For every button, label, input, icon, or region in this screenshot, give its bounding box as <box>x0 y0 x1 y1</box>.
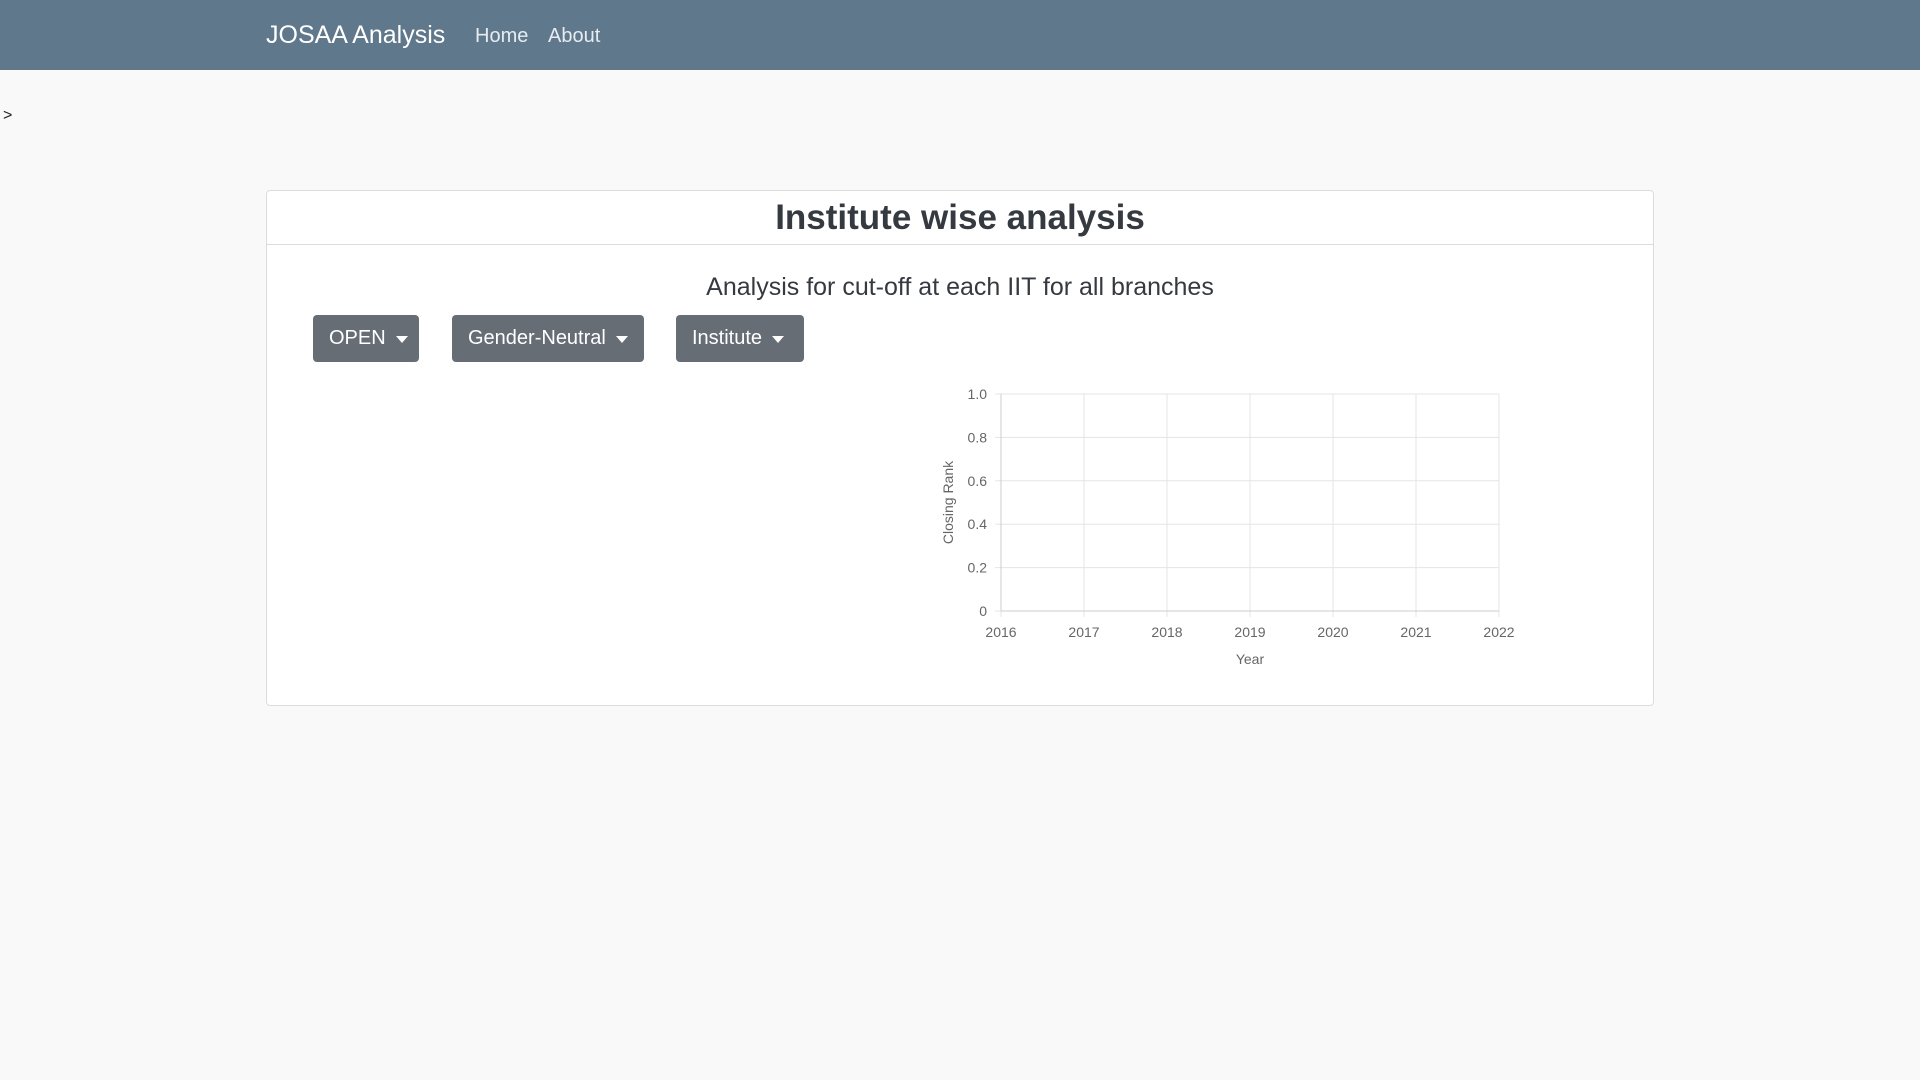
caret-down-icon <box>615 336 628 343</box>
x-axis-title: Year <box>1236 651 1265 667</box>
brand-link[interactable]: JOSAA Analysis <box>266 19 445 51</box>
x-tick-label: 2016 <box>985 624 1016 640</box>
y-tick-label: 0.6 <box>968 473 988 489</box>
caret-down-icon <box>395 336 408 343</box>
card-subtitle: Analysis for cut-off at each IIT for all… <box>706 273 1214 301</box>
top-navbar: JOSAA Analysis Home About <box>0 0 1920 70</box>
x-tick-label: 2020 <box>1317 624 1348 640</box>
y-tick-label: 0 <box>979 603 987 619</box>
caret-down-icon <box>772 336 785 343</box>
x-tick-label: 2017 <box>1068 624 1099 640</box>
y-tick-label: 0.2 <box>968 560 988 576</box>
y-tick-label: 0.4 <box>968 516 988 532</box>
nav-link-home[interactable]: Home <box>475 24 528 48</box>
closing-rank-chart: 2016 2017 2018 2019 2020 2021 2022 0 0.2 0.4 0.6 0.… <box>940 386 1515 667</box>
x-tick-label: 2019 <box>1234 624 1265 640</box>
card-title: Institute wise analysis <box>775 198 1145 237</box>
y-axis-title: Closing Rank <box>940 460 956 544</box>
gender-dropdown-label: Gender-Neutral <box>468 327 606 349</box>
x-tick-label: 2021 <box>1400 624 1431 640</box>
x-tick-label: 2018 <box>1151 624 1182 640</box>
nav-link-about[interactable]: About <box>548 24 600 48</box>
institute-dropdown-button[interactable]: Institute <box>676 315 804 362</box>
y-tick-label: 1.0 <box>968 387 988 402</box>
card-header: Institute wise analysis <box>267 191 1653 245</box>
category-dropdown-label: OPEN <box>329 327 386 349</box>
chart-container: 2016 2017 2018 2019 2020 2021 2022 0 0.2 0.4 0.6 0.… <box>667 386 1547 687</box>
analysis-card: Institute wise analysis Analysis for cut… <box>266 190 1654 706</box>
category-dropdown-button[interactable]: OPEN <box>313 315 419 362</box>
stray-text: > <box>3 107 13 124</box>
x-tick-label: 2022 <box>1483 624 1514 640</box>
y-tick-label: 0.8 <box>968 429 988 445</box>
gender-dropdown-button[interactable]: Gender-Neutral <box>452 315 644 362</box>
institute-dropdown-label: Institute <box>692 327 763 349</box>
